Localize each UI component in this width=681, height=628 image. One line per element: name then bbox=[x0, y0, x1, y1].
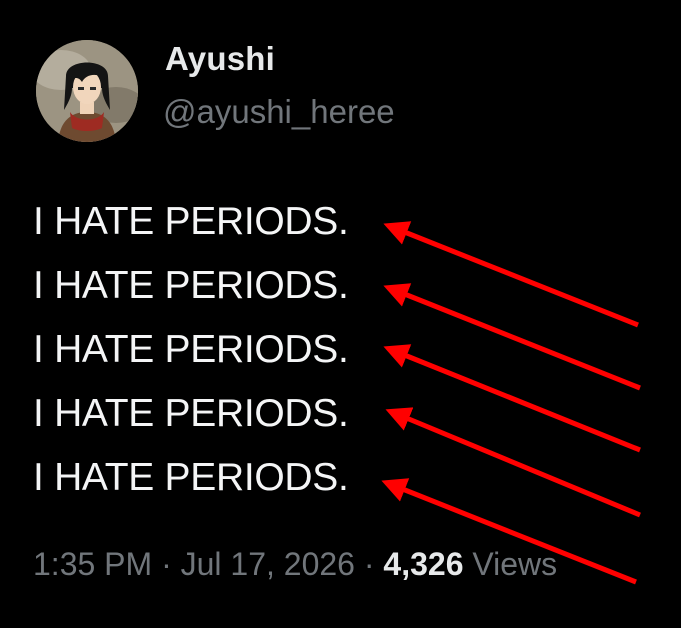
tweet-meta: 1:35 PM · Jul 17, 2026 · 4,326 Views bbox=[33, 546, 557, 583]
red-arrow-icon bbox=[383, 344, 641, 453]
anime-character-avatar-icon bbox=[36, 40, 138, 142]
tweet-time[interactable]: 1:35 PM bbox=[33, 546, 152, 582]
tweet-text: I HATE PERIODS. I HATE PERIODS. I HATE P… bbox=[33, 190, 349, 510]
tweet-line: I HATE PERIODS. bbox=[33, 392, 349, 435]
avatar[interactable] bbox=[36, 40, 138, 142]
red-arrow-icon bbox=[383, 283, 641, 391]
tweet-line: I HATE PERIODS. bbox=[33, 328, 349, 371]
views-label[interactable]: Views bbox=[472, 546, 557, 582]
display-name[interactable]: Ayushi bbox=[165, 40, 275, 78]
red-arrow-icon bbox=[385, 407, 641, 518]
tweet-date[interactable]: Jul 17, 2026 bbox=[181, 546, 355, 582]
views-count[interactable]: 4,326 bbox=[383, 546, 463, 582]
meta-separator: · bbox=[161, 546, 181, 582]
red-arrow-icon bbox=[383, 221, 639, 328]
tweet-line: I HATE PERIODS. bbox=[33, 264, 349, 307]
tweet-line: I HATE PERIODS. bbox=[33, 456, 349, 499]
meta-separator: · bbox=[363, 546, 384, 582]
user-handle[interactable]: @ayushi_heree bbox=[163, 93, 395, 131]
tweet-line: I HATE PERIODS. bbox=[33, 200, 349, 243]
